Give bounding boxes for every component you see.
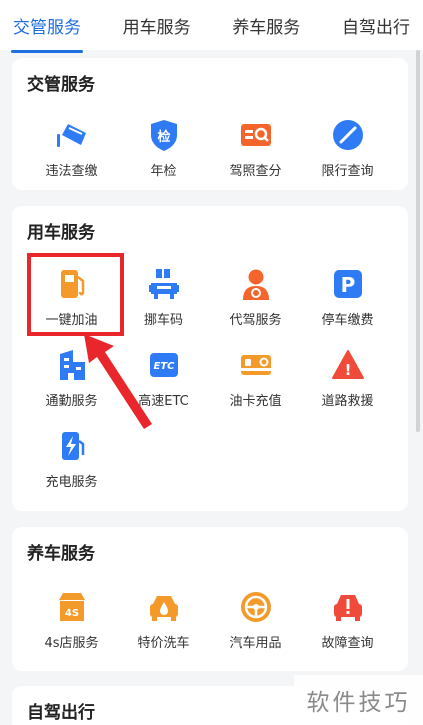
restriction-query-label: 限行查询 [321,164,374,179]
4s-store-services-label: 4s店服务 [44,636,99,651]
charging-icon [61,432,84,460]
car-accessories-label: 汽车用品 [229,636,282,651]
discount-car-wash-item[interactable]: 特价洗车 [114,590,213,660]
car-use-services-title: 用车服务 [27,223,95,243]
car-accessories-item[interactable]: 汽车用品 [206,590,305,660]
maintenance-services-title: 养车服务 [27,544,95,564]
road-rescue-item[interactable]: ! 道路救援 [298,348,397,418]
discount-car-wash-label: 特价洗车 [137,636,190,651]
move-car-icon [148,269,179,299]
restriction-query-item[interactable]: 限行查询 [298,118,397,188]
violation-query-label: 违法查缴 [45,164,98,179]
maintenance-services-card: 养车服务 4S 4s店服务 特价洗车 汽车用品 故障查询 [12,527,408,671]
traffic-services-title: 交管服务 [27,75,95,95]
tab-car-use-services[interactable]: 用车服务 [121,13,193,38]
fault-car-icon [333,595,362,621]
traffic-services-card: 交管服务 违法查缴 检 年检 驾照查分 限行查询 [12,58,408,190]
license-points-label: 驾照查分 [229,164,282,179]
license-points-item[interactable]: 驾照查分 [206,118,305,188]
steering-wheel-icon [240,592,271,622]
watermark: 软件技巧 [294,675,423,725]
car-wash-icon [149,596,178,621]
inspection-glyph: 检 [157,129,170,145]
annual-inspection-item[interactable]: 检 年检 [114,118,213,188]
no-entry-icon [332,120,363,150]
charging-services-label: 充电服务 [45,475,98,490]
4s-store-services-item[interactable]: 4S 4s店服务 [22,590,121,660]
parking-payment-label: 停车缴费 [321,313,374,328]
designated-driver-label: 代驾服务 [229,313,282,328]
car-use-services-card: 用车服务 一键加油 挪车码 代驾服务 P 停车缴费 通勤服务 ETC 高速ETC… [12,206,408,511]
fuel-card-recharge-label: 油卡充值 [229,394,282,409]
license-card-icon [240,124,271,146]
highlight-box [27,253,124,336]
fuel-card-icon [240,355,271,375]
fault-query-label: 故障查询 [321,636,374,651]
driver-icon [242,269,269,300]
road-rescue-label: 道路救援 [321,394,374,409]
designated-driver-item[interactable]: 代驾服务 [206,267,305,337]
inspection-shield-icon: 检 [150,120,177,151]
services-content: 交管服务 违法查缴 检 年检 驾照查分 限行查询 用车服务 一键加油 挪车码 代… [0,50,423,725]
parking-payment-item[interactable]: P 停车缴费 [298,267,397,337]
tab-maintenance-services[interactable]: 养车服务 [230,13,302,38]
4s-store-icon: 4S [58,593,85,621]
camera-icon [56,124,86,147]
top-tab-bar: 交管服务 用车服务 养车服务 自驾出行 [0,0,423,53]
4s-glyph: 4S [64,608,78,619]
pointer-arrow-icon [84,334,152,429]
tab-self-drive[interactable]: 自驾出行 [340,13,412,38]
warning-icon: ! [331,350,364,379]
violation-query-item[interactable]: 违法查缴 [22,118,121,188]
move-car-code-item[interactable]: 挪车码 [114,267,213,337]
charging-services-item[interactable]: 充电服务 [22,429,121,499]
warning-glyph: ! [344,361,351,379]
fuel-card-recharge-item[interactable]: 油卡充值 [206,348,305,418]
scrollbar-thumb[interactable] [416,50,420,432]
annual-inspection-label: 年检 [150,164,177,179]
move-car-code-label: 挪车码 [143,313,183,328]
parking-glyph: P [340,273,355,297]
fault-query-item[interactable]: 故障查询 [298,590,397,660]
tab-traffic-services[interactable]: 交管服务 [11,13,83,53]
self-drive-title: 自驾出行 [27,703,95,723]
parking-icon: P [333,270,362,298]
